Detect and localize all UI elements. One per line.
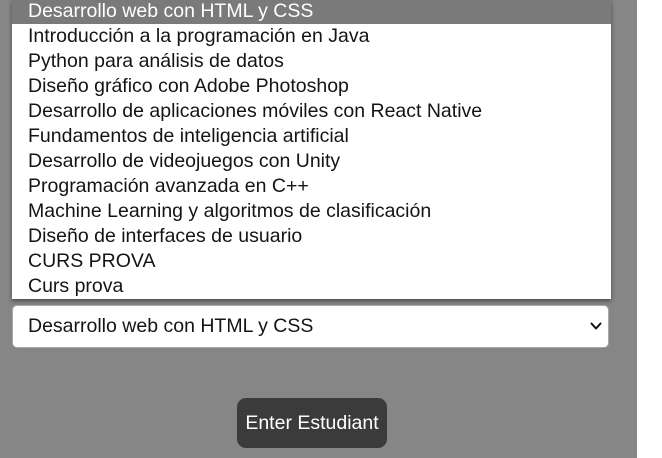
course-dropdown-list[interactable]: Desarrollo web con HTML y CSS Introducci… bbox=[12, 0, 611, 299]
window-edge bbox=[637, 0, 662, 458]
dropdown-option[interactable]: Curs prova bbox=[12, 274, 611, 299]
dropdown-option[interactable]: CURS PROVA bbox=[12, 249, 611, 274]
dropdown-option[interactable]: Diseño gráfico con Adobe Photoshop bbox=[12, 74, 611, 99]
dropdown-option[interactable]: Desarrollo de videojuegos con Unity bbox=[12, 149, 611, 174]
dropdown-option[interactable]: Diseño de interfaces de usuario bbox=[12, 224, 611, 249]
enter-student-button[interactable]: Enter Estudiant bbox=[237, 398, 387, 448]
course-select[interactable]: Desarrollo web con HTML y CSS bbox=[12, 305, 609, 348]
dropdown-option[interactable]: Introducción a la programación en Java bbox=[12, 24, 611, 49]
dropdown-option[interactable]: Machine Learning y algoritmos de clasifi… bbox=[12, 199, 611, 224]
dropdown-option[interactable]: Fundamentos de inteligencia artificial bbox=[12, 124, 611, 149]
chevron-down-icon bbox=[590, 322, 602, 330]
dropdown-option[interactable]: Desarrollo de aplicaciones móviles con R… bbox=[12, 99, 611, 124]
dropdown-option[interactable]: Python para análisis de datos bbox=[12, 49, 611, 74]
dropdown-option[interactable]: Desarrollo web con HTML y CSS bbox=[12, 0, 611, 24]
dropdown-option[interactable]: Programación avanzada en C++ bbox=[12, 174, 611, 199]
course-select-value: Desarrollo web con HTML y CSS bbox=[28, 315, 314, 337]
